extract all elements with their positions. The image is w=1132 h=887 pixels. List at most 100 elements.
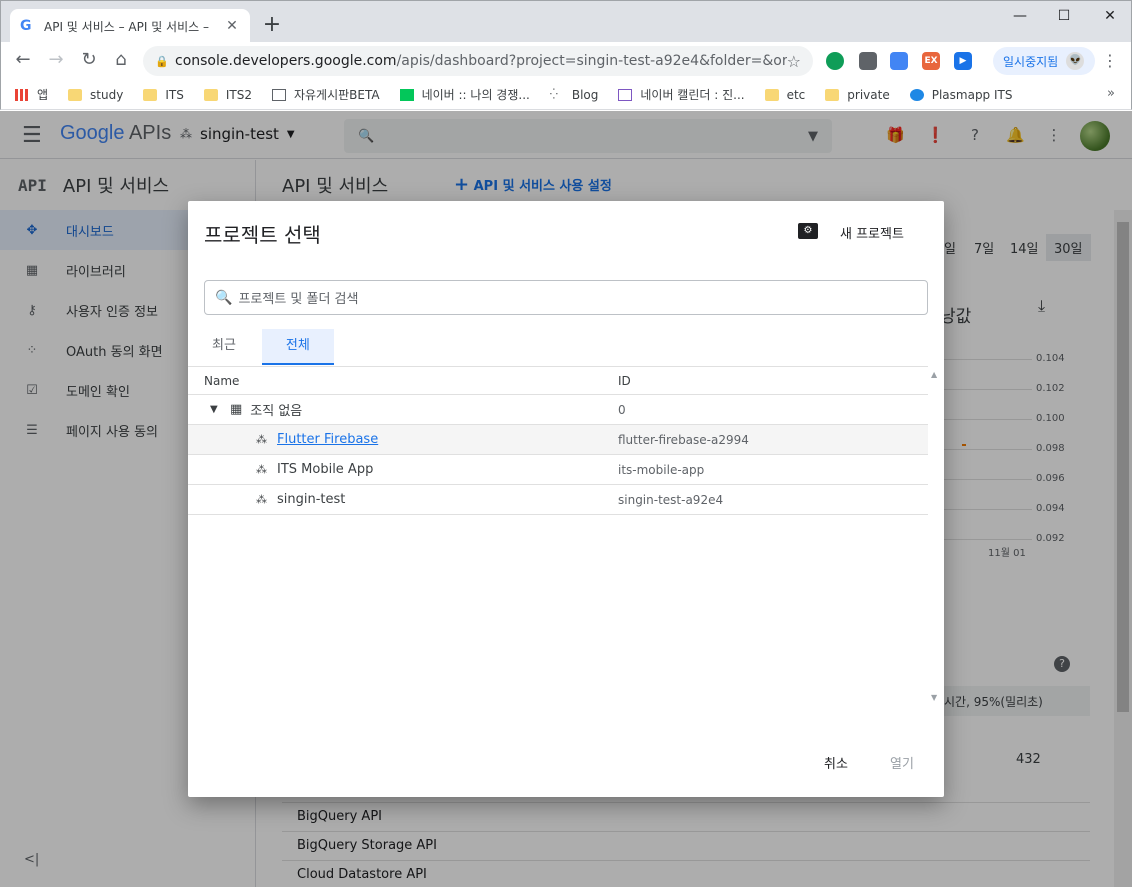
bookmark-label: Blog [571, 87, 599, 102]
forward-button[interactable]: → [44, 50, 68, 72]
naver-icon [399, 88, 414, 101]
project-id: flutter-firebase-a2994 [618, 432, 749, 447]
folder-icon [825, 88, 840, 101]
bookmark-label: private [847, 87, 890, 102]
bookmark-plasmapp[interactable]: Plasmapp ITS [909, 87, 1013, 102]
search-placeholder: 프로젝트 및 폴더 검색 [238, 292, 359, 307]
building-icon: ▦ [230, 402, 243, 417]
board-icon [271, 88, 286, 101]
project-name[interactable]: singin-test [277, 492, 345, 507]
google-favicon-icon: G [20, 18, 32, 34]
open-button[interactable]: 열기 [890, 753, 914, 772]
project-name-cell: ⁂ Flutter Firebase [204, 432, 378, 447]
cancel-button[interactable]: 취소 [824, 753, 848, 772]
bookmark-blog[interactable]: ⁛ Blog [550, 88, 599, 102]
more-bookmarks-icon[interactable]: » [1107, 86, 1115, 101]
browser-tab-strip: G API 및 서비스 – API 및 서비스 – ✕ + — ☐ ✕ [0, 0, 1132, 43]
project-dots-icon: ⁂ [256, 463, 267, 476]
search-icon: 🔍 [215, 289, 233, 306]
project-dots-icon: ⁂ [256, 493, 267, 506]
project-name-link[interactable]: Flutter Firebase [277, 432, 378, 447]
table-row-project[interactable]: ⁂ singin-test singin-test-a92e4 [188, 485, 928, 515]
url-path: /apis/dashboard?project=singin-test-a92e… [396, 53, 787, 69]
expand-triangle-icon[interactable]: ▼ [210, 404, 224, 415]
project-dots-icon: ⁂ [256, 433, 267, 446]
bookmark-label: study [90, 87, 124, 102]
calendar-icon [618, 88, 633, 101]
folder-icon [68, 88, 83, 101]
bookmark-label: 네이버 :: 나의 경쟁... [421, 88, 530, 102]
address-url: console.developers.google.com/apis/dashb… [175, 53, 787, 69]
table-row-project[interactable]: ⁂ Flutter Firebase flutter-firebase-a299… [188, 425, 928, 455]
profile-avatar-icon: 👽 [1066, 52, 1085, 70]
new-project-folder-icon[interactable]: ⚙ [798, 223, 818, 239]
back-button[interactable]: ← [11, 50, 35, 72]
new-tab-button[interactable]: + [259, 13, 285, 39]
bookmark-star-icon[interactable]: ☆ [787, 52, 801, 71]
profile-label: 일시중지됨 [1003, 54, 1059, 69]
table-header: Name ID [188, 366, 928, 395]
bookmark-apps[interactable]: 앱 [15, 86, 48, 103]
org-name: 조직 없음 [250, 404, 303, 419]
browser-tab[interactable]: G API 및 서비스 – API 및 서비스 – ✕ [10, 9, 250, 43]
profile-button[interactable]: 일시중지됨 👽 [993, 47, 1095, 75]
org-id: 0 [618, 402, 626, 417]
url-host: console.developers.google.com [175, 53, 397, 69]
project-search-input[interactable]: 🔍 프로젝트 및 폴더 검색 [204, 280, 928, 315]
bookmark-etc[interactable]: etc [764, 87, 806, 102]
tab-recent[interactable]: 최근 [188, 329, 260, 365]
apps-grid-icon [15, 88, 29, 101]
bookmark-label: ITS [165, 87, 184, 102]
extension-ex-icon[interactable]: EX [922, 52, 940, 70]
folder-icon [143, 88, 158, 101]
project-name-cell: ⁂ singin-test [204, 492, 345, 507]
bookmark-its2[interactable]: ITS2 [203, 87, 252, 102]
extension-eyedropper-icon[interactable] [859, 52, 877, 70]
extension-translate-icon[interactable] [890, 52, 908, 70]
maximize-window-button[interactable]: ☐ [1041, 5, 1087, 29]
bookmark-label: 네이버 캘린더 : 진... [640, 88, 745, 102]
column-header-name[interactable]: Name [204, 374, 239, 388]
browser-menu-icon[interactable]: ⋮ [1101, 51, 1119, 70]
bookmark-label: Plasmapp ITS [931, 87, 1013, 102]
bookmark-label: ITS2 [225, 87, 252, 102]
select-project-dialog: 프로젝트 선택 ⚙ 새 프로젝트 🔍 프로젝트 및 폴더 검색 최근 전체 Na… [188, 201, 944, 797]
bookmarks-bar: 앱 study ITS ITS2 자유게시판BETA 네이버 :: 나의 경쟁.… [0, 80, 1132, 110]
project-id: its-mobile-app [618, 462, 705, 477]
bookmark-board[interactable]: 자유게시판BETA [271, 86, 380, 103]
project-table: Name ID ▼ ▦ 조직 없음 0 ⁂ Flutter Firebase f… [188, 366, 928, 706]
scroll-up-icon[interactable]: ▲ [931, 370, 937, 379]
minimize-window-button[interactable]: — [997, 5, 1043, 29]
bookmark-naver-calendar[interactable]: 네이버 캘린더 : 진... [618, 86, 745, 103]
project-name[interactable]: ITS Mobile App [277, 462, 373, 477]
reload-button[interactable]: ↻ [77, 50, 101, 72]
folder-icon [203, 88, 218, 101]
project-name-cell: ⁂ ITS Mobile App [204, 462, 373, 477]
extension-green-icon[interactable] [826, 52, 844, 70]
address-bar[interactable]: 🔒 console.developers.google.com/apis/das… [143, 46, 813, 76]
lock-icon: 🔒 [155, 54, 169, 68]
tab-all[interactable]: 전체 [261, 329, 334, 365]
close-tab-icon[interactable]: ✕ [224, 18, 240, 34]
browser-toolbar: ← → ↻ ⌂ 🔒 console.developers.google.com/… [0, 42, 1132, 80]
extension-play-icon[interactable]: ▶ [954, 52, 972, 70]
bookmark-label: 자유게시판BETA [293, 88, 380, 102]
dialog-title: 프로젝트 선택 [204, 223, 321, 247]
close-window-button[interactable]: ✕ [1087, 5, 1132, 29]
dialog-scrollbar[interactable]: ▲ ▼ [928, 366, 942, 706]
home-button[interactable]: ⌂ [109, 50, 133, 72]
bookmark-study[interactable]: study [68, 88, 123, 102]
new-project-button[interactable]: 새 프로젝트 [840, 223, 904, 242]
table-row-project[interactable]: ⁂ ITS Mobile App its-mobile-app [188, 455, 928, 485]
table-row-organization[interactable]: ▼ ▦ 조직 없음 0 [188, 395, 928, 425]
bookmark-label: etc [786, 87, 806, 102]
org-name-cell: ▼ ▦ 조직 없음 [204, 400, 302, 419]
project-id: singin-test-a92e4 [618, 492, 724, 507]
bookmark-private[interactable]: private [825, 87, 890, 102]
blog-icon: ⁛ [549, 88, 558, 100]
scroll-down-icon[interactable]: ▼ [931, 693, 937, 702]
bookmark-naver[interactable]: 네이버 :: 나의 경쟁... [399, 86, 530, 103]
dialog-tabs: 최근 전체 [188, 329, 334, 365]
bookmark-its[interactable]: ITS [143, 88, 184, 102]
column-header-id[interactable]: ID [618, 374, 631, 388]
